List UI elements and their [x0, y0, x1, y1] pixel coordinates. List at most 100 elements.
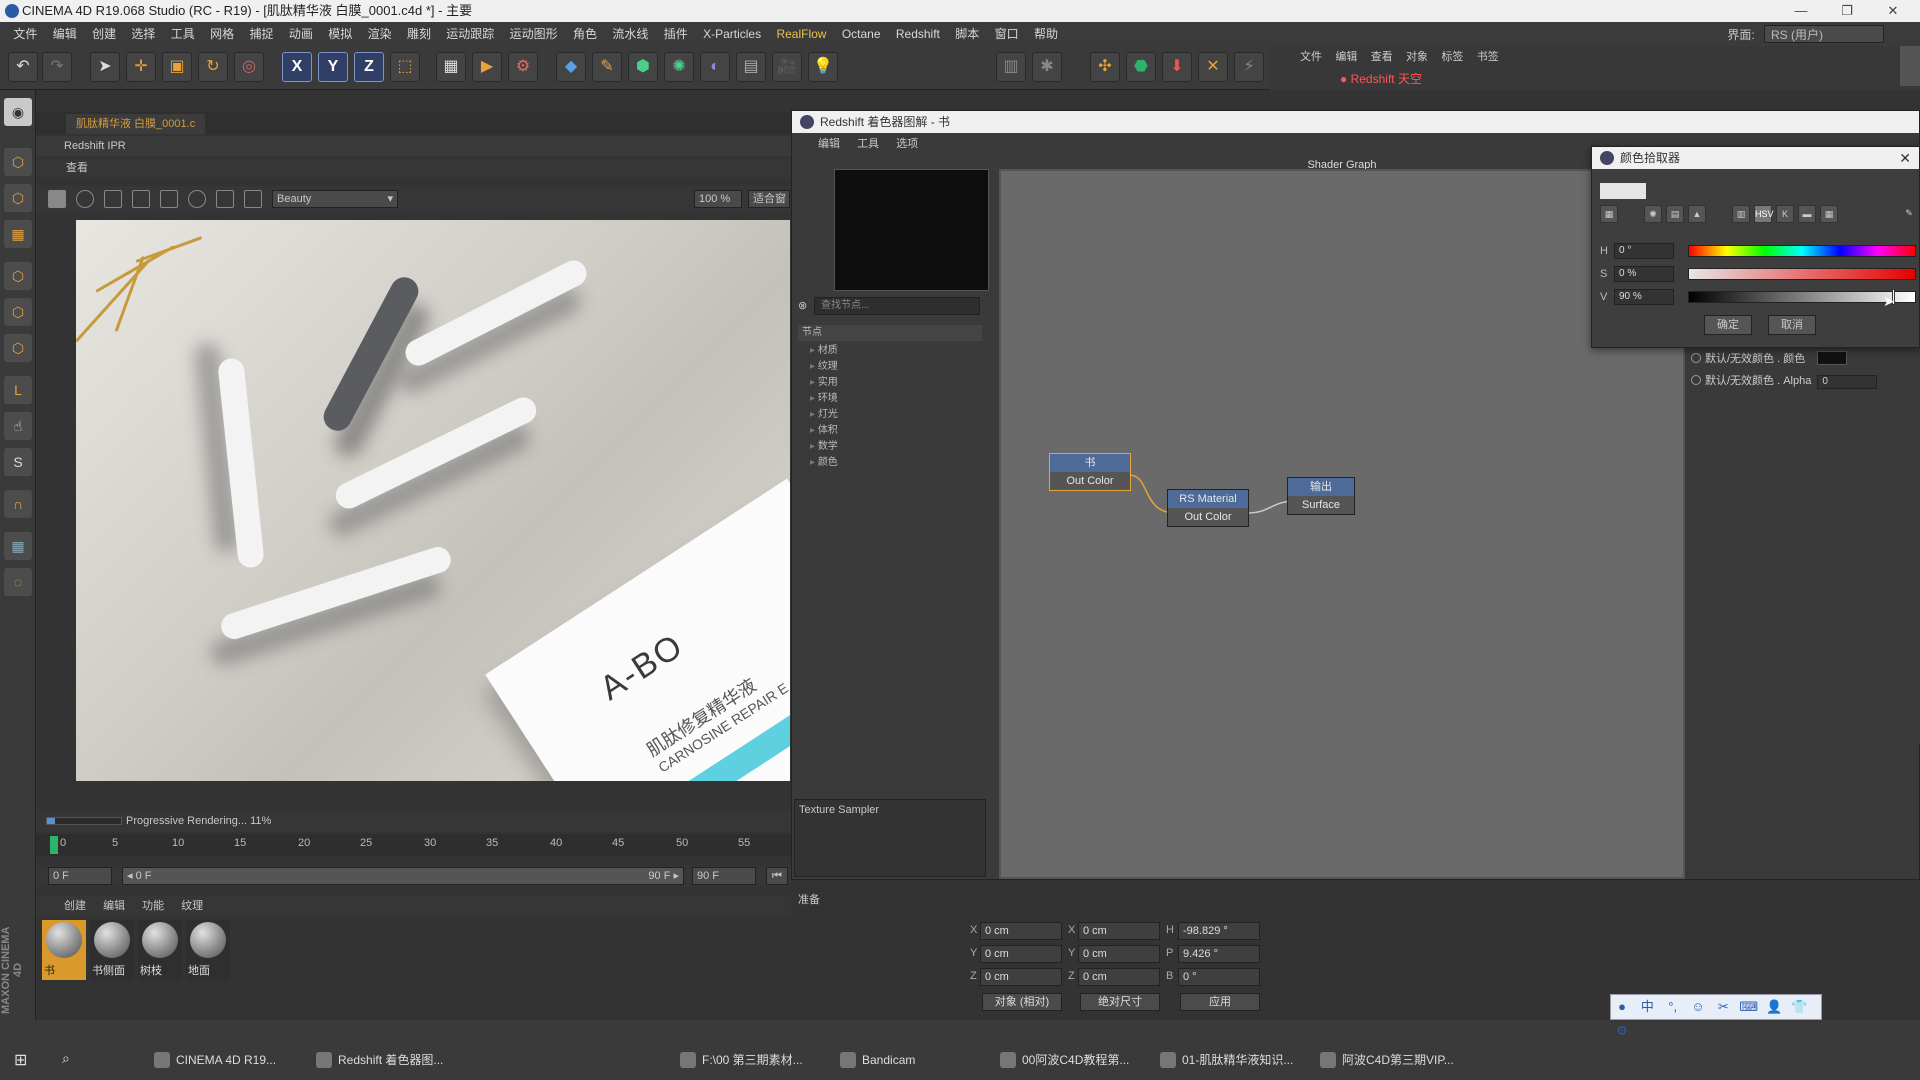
make-editable-icon[interactable]: ◉	[4, 98, 32, 126]
menu-snap[interactable]: 捕捉	[244, 22, 280, 46]
value-field[interactable]: 90 %	[1614, 289, 1674, 305]
node-output[interactable]: 输出 Surface	[1287, 477, 1355, 515]
menu-script[interactable]: 脚本	[949, 22, 985, 46]
node-category[interactable]: 颜色	[810, 455, 838, 471]
sg-menu-edit[interactable]: 编辑	[818, 138, 840, 150]
hsv-mode-toggle[interactable]: HSV	[1754, 205, 1774, 223]
om-menu-view[interactable]: 查看	[1371, 46, 1393, 68]
cube-icon[interactable]: ◆	[556, 52, 586, 82]
menu-sculpt[interactable]: 雕刻	[401, 22, 437, 46]
om-menu-edit[interactable]: 编辑	[1335, 46, 1357, 68]
node-port[interactable]: Out Color	[1050, 472, 1130, 490]
node-book-texture[interactable]: 书 Out Color	[1049, 453, 1131, 491]
menu-create[interactable]: 创建	[86, 22, 122, 46]
redshift-render-icon[interactable]: ⬇	[1162, 52, 1192, 82]
stop-icon[interactable]	[48, 190, 66, 208]
saturation-slider[interactable]	[1688, 268, 1916, 280]
object-manager-scrollbar[interactable]	[1900, 46, 1920, 86]
menu-edit[interactable]: 编辑	[47, 22, 83, 46]
menu-realflow[interactable]: RealFlow	[770, 22, 832, 46]
mat-menu-edit[interactable]: 编辑	[103, 900, 125, 912]
mixer-icon[interactable]: ▬	[1798, 205, 1816, 223]
menu-simulate[interactable]: 模拟	[322, 22, 358, 46]
ok-button[interactable]: 确定	[1704, 315, 1752, 335]
menu-character[interactable]: 角色	[567, 22, 603, 46]
ime-skin-icon[interactable]: 👕	[1788, 995, 1810, 1019]
snap-icon[interactable]: S	[4, 448, 32, 476]
circle-icon[interactable]	[188, 190, 206, 208]
points-mode-icon[interactable]: ⬡	[4, 262, 32, 290]
clear-search-icon[interactable]: ⊗	[798, 299, 807, 312]
snapshot-icon[interactable]	[132, 190, 150, 208]
workplane-icon[interactable]: ▦	[4, 220, 32, 248]
menu-xparticles[interactable]: X-Particles	[697, 22, 767, 46]
zoom-field[interactable]: 100 %	[694, 190, 742, 208]
timeline[interactable]: 0 5 10 15 20 25 30 35 40 45 50 55	[36, 834, 791, 856]
om-menu-objects[interactable]: 对象	[1406, 46, 1428, 68]
node-category[interactable]: 体积	[810, 423, 838, 439]
node-category[interactable]: 纹理	[810, 359, 838, 375]
windows-start-icon[interactable]: ⊞	[14, 1050, 27, 1070]
menu-select[interactable]: 选择	[125, 22, 161, 46]
ipr-menu-view[interactable]: 查看	[36, 158, 791, 178]
menu-file[interactable]: 文件	[7, 22, 43, 46]
rgb-mode-icon[interactable]: ▥	[1732, 205, 1750, 223]
select-tool-icon[interactable]: ➤	[90, 52, 120, 82]
material-swatch[interactable]: 地面	[186, 920, 230, 980]
alpha-field[interactable]: 0	[1817, 375, 1878, 389]
render-to-picture-viewer-icon[interactable]: ▶	[472, 52, 502, 82]
menu-pipeline[interactable]: 流水线	[606, 22, 654, 46]
apply-button[interactable]: 应用	[1180, 993, 1260, 1011]
axis-y-toggle[interactable]: Y	[318, 52, 348, 82]
move-tool-icon[interactable]: ✛	[126, 52, 156, 82]
minimize-button[interactable]: —	[1778, 0, 1824, 22]
edges-mode-icon[interactable]: ⬡	[4, 298, 32, 326]
material-swatch[interactable]: 书侧面	[90, 920, 134, 980]
om-menu-bookmarks[interactable]: 书签	[1477, 46, 1499, 68]
material-swatch[interactable]: 树枝	[138, 920, 182, 980]
node-port[interactable]: Surface	[1288, 496, 1354, 514]
soft-selection-icon[interactable]: ◌	[4, 568, 32, 596]
close-icon[interactable]: ✕	[1899, 147, 1911, 169]
polygons-mode-icon[interactable]: ⬡	[4, 334, 32, 362]
redshift-light-icon[interactable]: ✣	[1090, 52, 1120, 82]
node-category[interactable]: 环境	[810, 391, 838, 407]
size-mode-dropdown[interactable]: 绝对尺寸	[1080, 993, 1160, 1011]
redo-icon[interactable]: ↷	[42, 52, 72, 82]
om-menu-file[interactable]: 文件	[1300, 46, 1322, 68]
search-icon[interactable]: ⌕	[62, 1050, 70, 1067]
size-y-field[interactable]: 0 cm	[1078, 945, 1160, 963]
node-category[interactable]: 灯光	[810, 407, 838, 423]
size-x-field[interactable]: 0 cm	[1078, 922, 1160, 940]
pen-icon[interactable]: ✎	[592, 52, 622, 82]
ime-punctuation-toggle[interactable]: °,	[1662, 995, 1684, 1019]
om-menu-tags[interactable]: 标签	[1441, 46, 1463, 68]
magnet-icon[interactable]: ∩	[4, 490, 32, 518]
render-view-icon[interactable]: ▦	[436, 52, 466, 82]
floor-icon[interactable]: ▤	[736, 52, 766, 82]
live-select-icon[interactable]: ◎	[234, 52, 264, 82]
position-y-field[interactable]: 0 cm	[980, 945, 1062, 963]
ime-keyboard-icon[interactable]: ⌨	[1738, 995, 1760, 1019]
layout-dropdown[interactable]: RS (用户)	[1764, 25, 1884, 43]
rotation-p-field[interactable]: 9.426 °	[1178, 945, 1260, 963]
frame-icon[interactable]	[244, 190, 262, 208]
menu-tools[interactable]: 工具	[165, 22, 201, 46]
node-category[interactable]: 材质	[810, 343, 838, 359]
position-z-field[interactable]: 0 cm	[980, 968, 1062, 986]
refresh-icon[interactable]	[76, 190, 94, 208]
tweak-mode-icon[interactable]: ☝	[4, 412, 32, 440]
position-x-field[interactable]: 0 cm	[980, 922, 1062, 940]
node-port[interactable]: Out Color	[1168, 508, 1248, 526]
value-slider[interactable]	[1688, 289, 1916, 305]
axis-z-toggle[interactable]: Z	[354, 52, 384, 82]
axis-x-toggle[interactable]: X	[282, 52, 312, 82]
redshift-tools-icon[interactable]: ⚡	[1234, 52, 1264, 82]
close-button[interactable]: ✕	[1870, 0, 1916, 22]
ime-language-toggle[interactable]: 中	[1636, 995, 1658, 1019]
material-swatch[interactable]: 书	[42, 920, 86, 980]
node-search-input[interactable]: 查找节点...	[814, 297, 980, 315]
node-category[interactable]: 数学	[810, 439, 838, 455]
hue-field[interactable]: 0 °	[1614, 243, 1674, 259]
menu-octane[interactable]: Octane	[836, 22, 887, 46]
